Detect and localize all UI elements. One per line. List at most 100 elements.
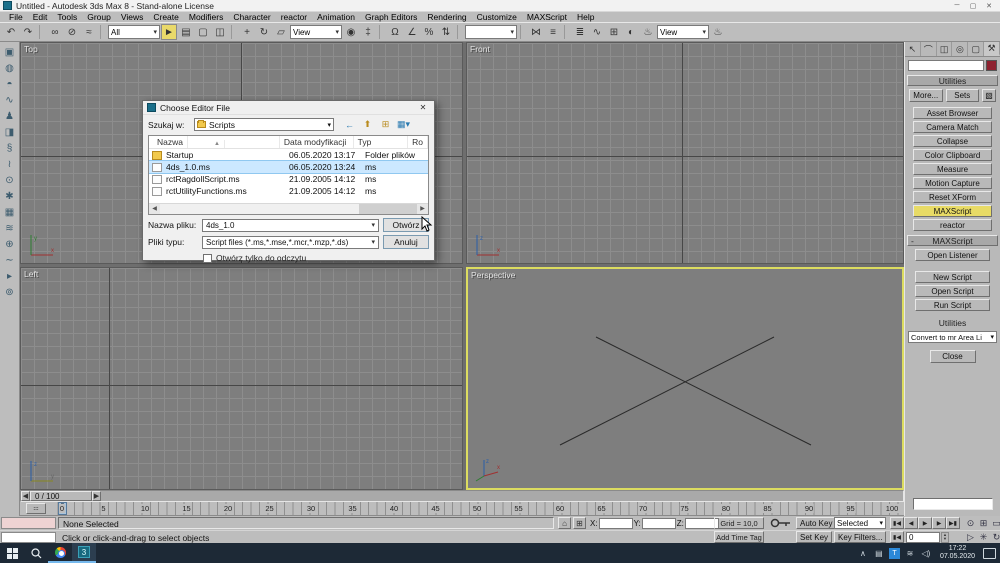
start-button[interactable]: [0, 543, 24, 563]
view-menu-icon[interactable]: ▦▾: [396, 118, 411, 131]
separator[interactable]: [457, 25, 462, 39]
cloth-collection-icon[interactable]: ◍: [2, 61, 17, 75]
maximize-button[interactable]: ▢: [965, 2, 981, 10]
timeline-ruler[interactable]: 0 05101520253035404550556065707580859095…: [50, 502, 902, 515]
go-to-start-icon[interactable]: ▮◀: [890, 531, 904, 543]
back-icon[interactable]: ←: [342, 118, 357, 131]
y-coord-field[interactable]: [642, 518, 676, 529]
up-one-level-icon[interactable]: ⬆: [360, 118, 375, 131]
maxscript-mini-listener-macro[interactable]: [1, 517, 56, 529]
select-and-move-icon[interactable]: +: [239, 24, 255, 40]
percent-snap-toggle-icon[interactable]: %: [421, 24, 437, 40]
preview-animation-icon[interactable]: ▸: [2, 269, 17, 283]
play-animation-icon[interactable]: ▶: [918, 517, 932, 529]
menu-item[interactable]: Tools: [52, 12, 82, 22]
select-and-scale-icon[interactable]: ▱: [273, 24, 289, 40]
viewport-left[interactable]: Left y z: [20, 267, 463, 490]
utilities-rollout-header[interactable]: Utilities: [907, 75, 998, 86]
key-filters-button[interactable]: Key Filters...: [834, 531, 886, 543]
motor-icon[interactable]: ⊙: [2, 173, 17, 187]
absolute-offset-mode-icon[interactable]: ⊞: [573, 517, 586, 529]
angle-snap-toggle-icon[interactable]: ∠: [404, 24, 420, 40]
spring-icon[interactable]: §: [2, 141, 17, 155]
menu-item[interactable]: File: [4, 12, 28, 22]
file-row[interactable]: rctRagdollScript.ms 21.09.2005 14:12 ms: [149, 173, 428, 185]
separator[interactable]: [231, 25, 236, 39]
menu-item[interactable]: Customize: [472, 12, 522, 22]
key-mode-dropdown[interactable]: Selected: [834, 517, 886, 529]
scrollbar-thumb[interactable]: [359, 204, 417, 214]
menu-item[interactable]: Modifiers: [184, 12, 228, 22]
soft-body-collection-icon[interactable]: ◓: [2, 77, 17, 91]
tab-create[interactable]: ↖: [905, 42, 921, 56]
open-listener-button[interactable]: Open Listener: [915, 249, 990, 261]
toy-car-icon[interactable]: ⊕: [2, 237, 17, 251]
menu-item[interactable]: Help: [572, 12, 599, 22]
frame-spinner[interactable]: ▲▼: [941, 532, 949, 543]
utility-button[interactable]: Asset Browser: [913, 107, 992, 119]
cancel-button[interactable]: Anuluj: [383, 235, 429, 249]
plane-icon[interactable]: ▦: [2, 205, 17, 219]
column-name[interactable]: Nazwa▲: [149, 136, 280, 148]
water-icon[interactable]: ∼: [2, 253, 17, 267]
selection-filter-dropdown[interactable]: All: [108, 25, 160, 39]
column-type[interactable]: Typ: [354, 136, 408, 148]
redo-icon[interactable]: ↷: [20, 24, 36, 40]
ragdoll-icon[interactable]: ♟: [2, 109, 17, 123]
snap-toggle-icon[interactable]: Ω: [387, 24, 403, 40]
material-editor-icon[interactable]: ◐: [623, 24, 639, 40]
use-pivot-point-center-icon[interactable]: ◉: [343, 24, 359, 40]
column-size[interactable]: Ro: [408, 136, 428, 148]
tab-motion[interactable]: ◎: [952, 42, 968, 56]
menu-item[interactable]: Edit: [28, 12, 53, 22]
reference-coordinate-dropdown[interactable]: View: [290, 25, 342, 39]
rigid-body-collection-icon[interactable]: ▣: [2, 45, 17, 59]
selection-lock-icon[interactable]: ⌂: [558, 517, 571, 529]
scroll-right-arrow[interactable]: ▶: [417, 204, 428, 214]
new-folder-icon[interactable]: ⊞: [378, 118, 393, 131]
menu-item[interactable]: Graph Editors: [360, 12, 422, 22]
time-slider-handle[interactable]: 0 / 100: [30, 491, 92, 501]
separator[interactable]: [100, 25, 105, 39]
zoom-extents-icon[interactable]: ▭: [990, 517, 1000, 529]
maxscript-mini-listener-input[interactable]: [1, 532, 56, 543]
render-type-dropdown[interactable]: View: [657, 25, 709, 39]
time-slider-next-arrow[interactable]: ▶: [92, 491, 101, 501]
auto-key-button[interactable]: Auto Key: [796, 517, 836, 529]
close-utility-button[interactable]: Close: [930, 350, 976, 363]
tray-app-icon[interactable]: T: [889, 548, 900, 559]
open-script-button[interactable]: Open Script: [915, 285, 990, 297]
field-of-view-icon[interactable]: ▷: [964, 531, 977, 543]
taskbar-clock[interactable]: 17:22 07.05.2020: [936, 545, 979, 561]
window-crossing-icon[interactable]: ◫: [212, 24, 228, 40]
horizontal-scrollbar[interactable]: ◀ ▶: [149, 203, 428, 214]
utility-button[interactable]: Measure: [913, 163, 992, 175]
quick-render-icon[interactable]: ♨: [710, 24, 726, 40]
align-icon[interactable]: ≡: [545, 24, 561, 40]
viewport-perspective[interactable]: Perspective z x: [466, 267, 904, 490]
viewport-front[interactable]: Front x z: [466, 42, 904, 264]
named-selection-sets-dropdown[interactable]: [465, 25, 517, 39]
select-and-link-icon[interactable]: ∞: [47, 24, 63, 40]
search-icon[interactable]: [24, 543, 48, 563]
mirror-icon[interactable]: ⋈: [528, 24, 544, 40]
utility-button[interactable]: MAXScript: [913, 205, 992, 217]
track-bar[interactable]: ⚏ 0 051015202530354045505560657075808590…: [20, 502, 904, 516]
utility-button[interactable]: Color Clipboard: [913, 149, 992, 161]
viewport-label-left[interactable]: Left: [24, 269, 38, 279]
time-slider-prev-arrow[interactable]: ◀: [21, 491, 30, 501]
curve-editor-icon[interactable]: ∿: [589, 24, 605, 40]
tab-display[interactable]: ▢: [968, 42, 984, 56]
mini-curve-editor-button[interactable]: ⚏: [26, 503, 46, 514]
render-scene-dialog-icon[interactable]: ♨: [640, 24, 656, 40]
object-name-field[interactable]: [908, 60, 984, 71]
schematic-view-icon[interactable]: ⊞: [606, 24, 622, 40]
window-titlebar[interactable]: Untitled - Autodesk 3ds Max 8 - Stand-al…: [0, 0, 1000, 12]
pan-view-icon[interactable]: ✳: [977, 531, 990, 543]
object-color-swatch[interactable]: [986, 60, 997, 71]
utility-button[interactable]: Reset XForm: [913, 191, 992, 203]
separator[interactable]: [379, 25, 384, 39]
menu-item[interactable]: Create: [148, 12, 184, 22]
previous-frame-icon[interactable]: ◀: [904, 517, 918, 529]
separator[interactable]: [39, 25, 44, 39]
